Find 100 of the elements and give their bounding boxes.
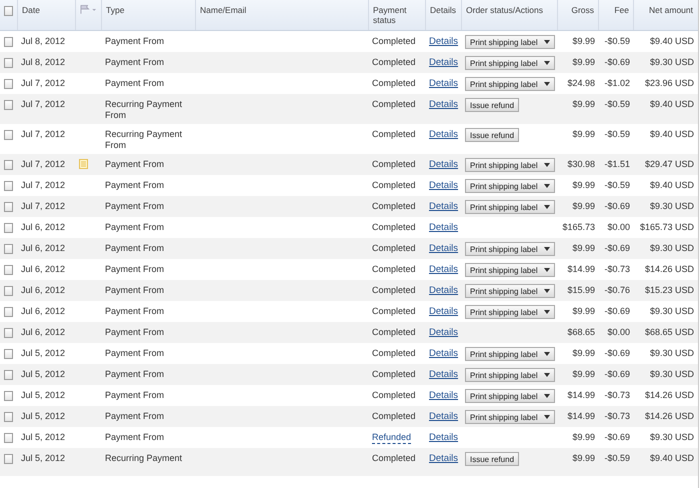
shipping-label-dropdown[interactable]: Print shipping label [465, 158, 555, 172]
select-all-checkbox[interactable] [4, 6, 13, 16]
shipping-label-dropdown[interactable]: Print shipping label [465, 200, 555, 214]
column-header[interactable]: Net amount [649, 5, 693, 16]
details-link[interactable]: Details [429, 432, 458, 443]
gross-amount: $68.65 [567, 327, 595, 338]
refund-button[interactable]: Issue refund [465, 98, 520, 112]
net-amount: $14.26 USD [644, 411, 694, 422]
column-header[interactable]: Type [106, 5, 124, 16]
row-checkbox[interactable] [4, 328, 13, 338]
row-checkbox[interactable] [4, 181, 13, 191]
details-link[interactable]: Details [429, 243, 458, 254]
column-header[interactable]: Gross [571, 5, 594, 16]
details-link[interactable]: Details [429, 201, 458, 212]
row-checkbox[interactable] [4, 37, 13, 47]
details-link[interactable]: Details [429, 264, 458, 275]
date-text: Jul 5, 2012 [21, 348, 66, 359]
shipping-label-dropdown[interactable]: Print shipping label [465, 389, 555, 403]
row-checkbox[interactable] [4, 130, 13, 140]
details-link[interactable]: Details [429, 453, 458, 464]
status-text: Completed [372, 243, 416, 254]
net-amount: $9.40 USD [650, 453, 694, 464]
row-checkbox[interactable] [4, 349, 13, 359]
fee-amount: -$0.73 [604, 390, 630, 401]
column-header[interactable]: Date [22, 5, 40, 16]
shipping-label-dropdown[interactable]: Print shipping label [465, 179, 555, 193]
status-text: Completed [372, 129, 416, 140]
column-header[interactable]: Order status/Actions [466, 5, 544, 16]
details-link[interactable]: Details [429, 327, 458, 338]
status-text: Completed [372, 306, 416, 317]
details-link[interactable]: Details [429, 390, 458, 401]
flag-icon[interactable] [80, 5, 97, 14]
type-text: Payment From [105, 411, 164, 422]
status-text: Completed [372, 348, 416, 359]
gross-amount: $9.99 [572, 306, 595, 317]
column-header[interactable]: Payment status [373, 5, 421, 26]
shipping-label-dropdown[interactable]: Print shipping label [465, 305, 555, 319]
details-link[interactable]: Details [429, 285, 458, 296]
shipping-label-dropdown[interactable]: Print shipping label [465, 77, 555, 91]
column-header[interactable]: Details [430, 5, 456, 16]
type-text: Payment From [105, 36, 164, 47]
row-checkbox[interactable] [4, 244, 13, 254]
net-amount: $9.40 USD [650, 180, 694, 191]
caret-icon [544, 268, 550, 272]
status-text: Completed [372, 78, 416, 89]
shipping-label-dropdown[interactable]: Print shipping label [465, 242, 555, 256]
row-checkbox[interactable] [4, 391, 13, 401]
row-checkbox[interactable] [4, 307, 13, 317]
details-link[interactable]: Details [429, 36, 458, 47]
row-checkbox[interactable] [4, 100, 13, 110]
details-link[interactable]: Details [429, 129, 458, 140]
refund-button[interactable]: Issue refund [465, 128, 520, 142]
row-checkbox[interactable] [4, 223, 13, 233]
fee-amount: -$0.76 [604, 285, 630, 296]
type-text: Payment From [105, 327, 164, 338]
status-text: Completed [372, 285, 416, 296]
gross-amount: $14.99 [567, 411, 595, 422]
status-text: Completed [372, 411, 416, 422]
details-link[interactable]: Details [429, 222, 458, 233]
net-amount: $23.96 USD [644, 78, 694, 89]
note-icon[interactable] [79, 159, 88, 169]
row-checkbox[interactable] [4, 58, 13, 68]
row-checkbox[interactable] [4, 160, 13, 170]
type-text: Payment From [105, 159, 164, 170]
row-checkbox[interactable] [4, 370, 13, 380]
shipping-label-dropdown[interactable]: Print shipping label [465, 368, 555, 382]
fee-amount: -$0.69 [604, 306, 630, 317]
refund-button[interactable]: Issue refund [465, 452, 520, 466]
details-link[interactable]: Details [429, 180, 458, 191]
type-text: Recurring Payment From [105, 129, 184, 151]
row-checkbox[interactable] [4, 265, 13, 275]
row-checkbox[interactable] [4, 202, 13, 212]
row-checkbox[interactable] [4, 454, 13, 464]
column-header[interactable]: Name/Email [200, 5, 246, 16]
details-link[interactable]: Details [429, 159, 458, 170]
row-checkbox[interactable] [4, 286, 13, 296]
fee-amount: -$0.59 [604, 36, 630, 47]
shipping-label-dropdown[interactable]: Print shipping label [465, 263, 555, 277]
gross-amount: $14.99 [567, 390, 595, 401]
details-link[interactable]: Details [429, 306, 458, 317]
type-text: Payment From [105, 285, 164, 296]
column-header[interactable]: Fee [614, 5, 629, 16]
row-checkbox[interactable] [4, 79, 13, 89]
shipping-label-dropdown[interactable]: Print shipping label [465, 284, 555, 298]
type-text: Payment From [105, 180, 164, 191]
shipping-label-dropdown[interactable]: Print shipping label [465, 35, 555, 49]
net-amount: $165.73 USD [640, 222, 694, 233]
shipping-label-dropdown[interactable]: Print shipping label [465, 410, 555, 424]
row-checkbox[interactable] [4, 412, 13, 422]
row-checkbox[interactable] [4, 433, 13, 443]
details-link[interactable]: Details [429, 78, 458, 89]
details-link[interactable]: Details [429, 411, 458, 422]
shipping-label-dropdown[interactable]: Print shipping label [465, 347, 555, 361]
details-link[interactable]: Details [429, 57, 458, 68]
details-link[interactable]: Details [429, 99, 458, 110]
date-text: Jul 7, 2012 [21, 180, 66, 191]
details-link[interactable]: Details [429, 348, 458, 359]
status-link[interactable]: Refunded [372, 432, 412, 444]
shipping-label-dropdown[interactable]: Print shipping label [465, 56, 555, 70]
details-link[interactable]: Details [429, 369, 458, 380]
